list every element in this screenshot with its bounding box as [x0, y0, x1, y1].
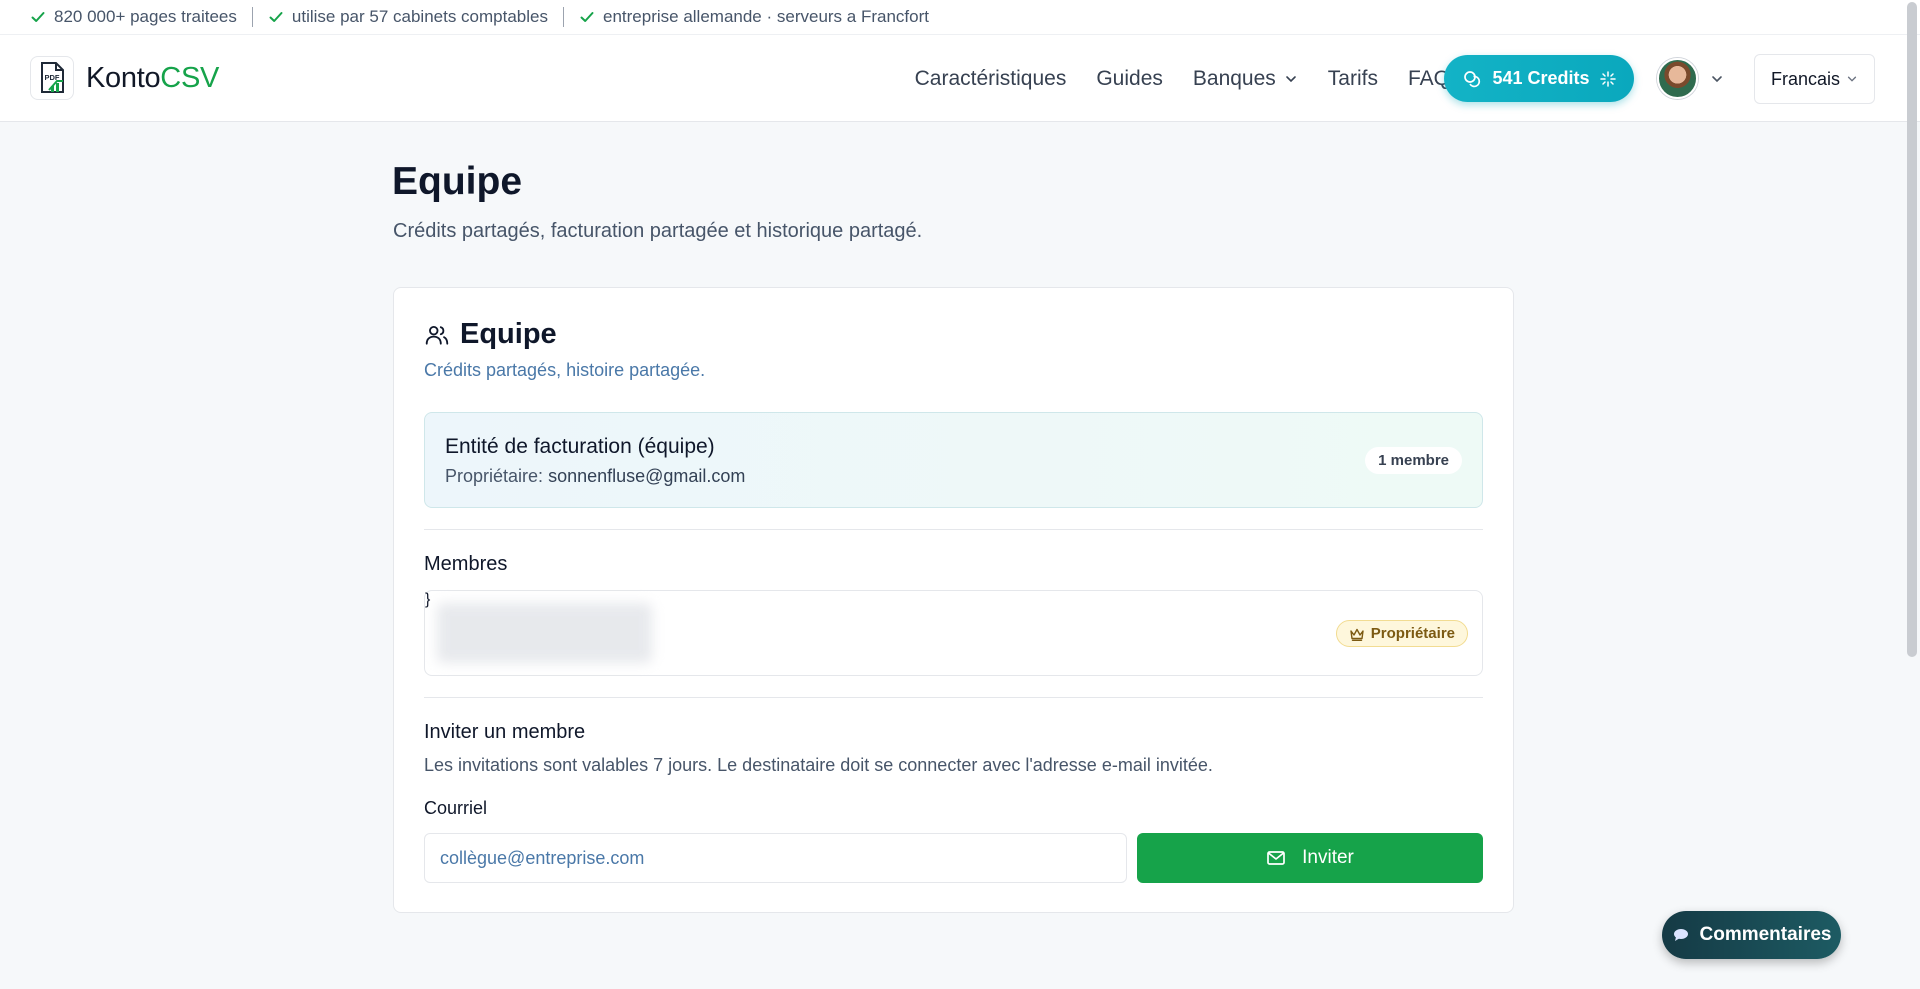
mail-icon — [1267, 851, 1285, 865]
trust-item-label: 820 000+ pages traitees — [54, 7, 237, 26]
scrollbar-thumb[interactable] — [1907, 2, 1917, 657]
nav-label: Banques — [1192, 66, 1276, 90]
main-nav: Caractéristiques Guides Banques Tarifs F… — [915, 35, 1450, 122]
credits-label: 541 Credits — [1492, 68, 1590, 88]
page-title: Equipe — [392, 160, 523, 203]
nav-banques[interactable]: Banques — [1193, 67, 1298, 91]
members-heading: Membres — [424, 553, 508, 575]
logo-text: KontoCSV — [86, 62, 219, 95]
logo-text-csv: CSV — [160, 61, 220, 94]
language-label: Francais — [1770, 68, 1841, 89]
trust-divider — [563, 7, 564, 27]
card-subtitle: Crédits partagés, histoire partagée. — [424, 360, 706, 380]
divider — [424, 697, 1483, 698]
credits-button[interactable]: 541 Credits — [1444, 55, 1634, 102]
member-count-badge: 1 membre — [1365, 447, 1462, 474]
pdf-logo-icon: PDF — [30, 56, 74, 100]
chevron-down-icon — [1285, 75, 1296, 82]
chevron-down-icon[interactable] — [1710, 72, 1724, 86]
owner-label: Propriétaire: — [445, 466, 544, 486]
trust-item-cabinets: utilise par 57 cabinets comptables — [268, 7, 548, 27]
site-header: PDF KontoCSV Caractéristiques Guides Ban… — [0, 35, 1920, 122]
team-card: Equipe Crédits partagés, histoire partag… — [393, 287, 1514, 913]
users-icon — [425, 325, 449, 345]
billing-entity-box: Entité de facturation (équipe) Propriéta… — [424, 412, 1483, 508]
nav-guides[interactable]: Guides — [1096, 67, 1163, 91]
invite-heading: Inviter un membre — [424, 721, 586, 743]
nav-caracteristiques[interactable]: Caractéristiques — [915, 67, 1067, 91]
owner-badge-label: Propriétaire — [1370, 625, 1455, 642]
page-subtitle: Crédits partagés, facturation partagée e… — [393, 220, 923, 242]
invite-button[interactable]: Inviter — [1137, 833, 1483, 883]
feedback-label: Commentaires — [1699, 924, 1832, 945]
trust-item-label: entreprise allemande · serveurs a Francf… — [603, 7, 929, 26]
trust-item-company: entreprise allemande · serveurs a Francf… — [579, 7, 929, 27]
card-title: Equipe — [460, 318, 557, 350]
card-header: Equipe — [424, 318, 557, 351]
feedback-button[interactable]: Commentaires — [1662, 911, 1841, 959]
blurred-member-info — [437, 603, 652, 663]
language-select[interactable]: Francais — [1754, 54, 1875, 104]
trust-item-pages: 820 000+ pages traitees — [30, 7, 237, 27]
divider — [424, 529, 1483, 530]
sparkle-icon — [1599, 70, 1616, 87]
crown-icon — [1350, 628, 1364, 641]
email-field-label: Courriel — [424, 798, 488, 818]
logo-link[interactable]: PDF KontoCSV — [30, 56, 219, 100]
invite-button-label: Inviter — [1302, 847, 1354, 868]
trust-bar: 820 000+ pages traitees utilise par 57 c… — [0, 0, 1920, 35]
check-icon — [269, 12, 283, 22]
owner-email: sonnenfluse@gmail.com — [548, 466, 746, 486]
logo-text-konto: Konto — [86, 61, 161, 94]
user-avatar[interactable] — [1657, 58, 1698, 99]
invite-description: Les invitations sont valables 7 jours. L… — [424, 755, 1213, 775]
coins-icon — [1464, 70, 1481, 87]
speech-bubble-icon — [1673, 929, 1688, 941]
chevron-down-icon — [1847, 76, 1857, 82]
member-row: Propriétaire } — [424, 590, 1483, 676]
invite-email-input[interactable] — [424, 833, 1127, 883]
trust-divider — [251, 7, 253, 27]
nav-label: Caractéristiques — [914, 66, 1067, 90]
nav-label: Tarifs — [1327, 66, 1378, 90]
nav-label: Guides — [1096, 66, 1163, 90]
check-icon — [580, 12, 594, 22]
trust-item-label: utilise par 57 cabinets comptables — [291, 7, 548, 26]
nav-tarifs[interactable]: Tarifs — [1328, 67, 1378, 91]
owner-role-badge: Propriétaire — [1335, 620, 1468, 647]
billing-owner: Propriétaire: sonnenfluse@gmail.com — [445, 466, 745, 487]
billing-entity-title: Entité de facturation (équipe) — [445, 435, 715, 458]
check-icon — [31, 12, 45, 22]
